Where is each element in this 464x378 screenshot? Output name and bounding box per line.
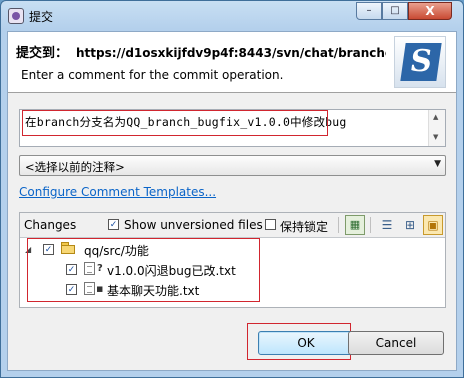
toolbar-separator — [370, 217, 371, 233]
ok-button[interactable]: OK — [258, 331, 354, 355]
keep-locks-checkbox[interactable] — [265, 219, 276, 230]
title-bar[interactable]: 提交 – □ X — [1, 1, 463, 31]
comment-highlight-box — [22, 110, 328, 136]
logo-s-icon: S — [400, 43, 442, 81]
changes-panel: Changes ✓ Show unversioned files 保持锁定 ▦ … — [19, 212, 446, 308]
flat-list-icon[interactable]: ☰ — [377, 215, 397, 235]
show-unversioned-checkbox[interactable]: ✓ — [108, 219, 119, 230]
comment-textarea[interactable]: 在branch分支名为QQ_branch_bugfix_v1.0.0中修改bug… — [19, 109, 446, 147]
toolbar-separator — [338, 217, 339, 233]
comment-scrollbar[interactable]: ▲ ▼ — [428, 110, 445, 146]
scroll-down-icon[interactable]: ▼ — [433, 133, 438, 141]
configure-templates-link[interactable]: Configure Comment Templates... — [19, 185, 216, 199]
previous-comments-value: <选择以前的注释> — [25, 160, 125, 174]
files-highlight-box — [27, 238, 260, 302]
scroll-up-icon[interactable]: ▲ — [433, 113, 438, 121]
cancel-button[interactable]: Cancel — [348, 331, 444, 355]
dropdown-arrow-icon[interactable]: ▼ — [434, 159, 441, 169]
commit-dialog: 提交 – □ X 提交到： https://d1osxkijfdv9p4f:844… — [0, 0, 464, 378]
window-title: 提交 — [29, 10, 54, 24]
show-unversioned-label[interactable]: Show unversioned files — [124, 218, 263, 232]
commit-to-label: 提交到： — [16, 46, 69, 61]
previous-comments-select[interactable]: <选择以前的注释> ▼ — [19, 155, 446, 176]
tree-view-icon[interactable]: ⊞ — [400, 215, 420, 235]
changes-toolbar: Changes ✓ Show unversioned files 保持锁定 ▦ … — [20, 213, 445, 238]
header-title: 提交到： https://d1osxkijfdv9p4f:8443/svn/cha… — [16, 42, 386, 61]
dialog-body: 提交到： https://d1osxkijfdv9p4f:8443/svn/cha… — [7, 31, 457, 371]
app-icon — [8, 8, 24, 24]
dialog-header: 提交到： https://d1osxkijfdv9p4f:8443/svn/cha… — [8, 32, 456, 93]
keep-locks-label[interactable]: 保持锁定 — [280, 218, 328, 235]
minimize-button[interactable]: – — [356, 2, 382, 20]
subversive-logo: S — [394, 36, 446, 88]
header-subtitle: Enter a comment for the commit operation… — [21, 68, 284, 82]
changes-label: Changes — [24, 218, 77, 232]
table-view-icon[interactable]: ▦ — [345, 215, 365, 235]
close-button[interactable]: X — [408, 2, 452, 20]
compressed-folders-icon[interactable]: ▣ — [423, 215, 443, 235]
maximize-button[interactable]: □ — [382, 2, 408, 20]
repository-url: https://d1osxkijfdv9p4f:8443/svn/chat/br… — [76, 46, 386, 60]
